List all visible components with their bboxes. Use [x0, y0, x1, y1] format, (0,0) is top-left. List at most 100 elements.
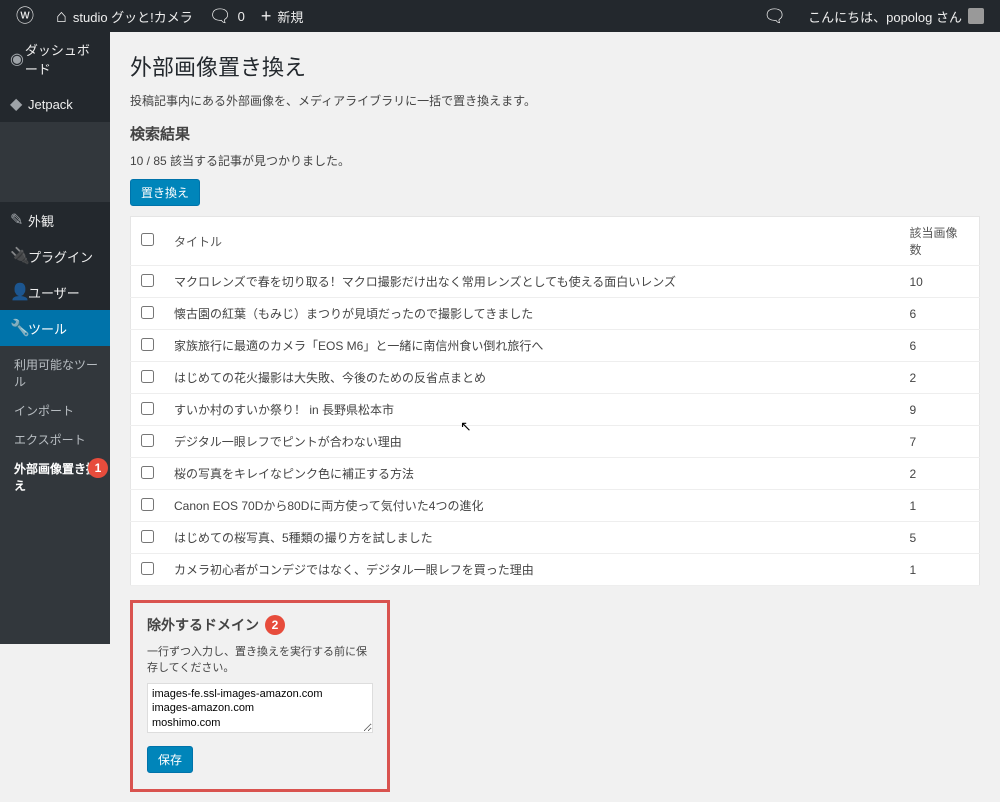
menu-users[interactable]: 👤ユーザー: [0, 274, 110, 310]
exclude-textarea[interactable]: [147, 683, 373, 733]
row-title[interactable]: 家族旅行に最適のカメラ「EOS M6」と一緒に南信州食い倒れ旅行へ: [164, 330, 900, 362]
menu-appearance[interactable]: ✎外観: [0, 202, 110, 238]
col-count[interactable]: 該当画像数: [900, 217, 980, 266]
comment-icon: 🗨: [209, 7, 232, 25]
row-count: 2: [900, 458, 980, 490]
table-row: デジタル一眼レフでピントが合わない理由7: [131, 426, 980, 458]
menu-tools[interactable]: 🔧ツール: [0, 310, 110, 346]
menu-plugins[interactable]: 🔌プラグイン: [0, 238, 110, 274]
row-title[interactable]: Canon EOS 70Dから80Dに両方使って気付いた4つの進化: [164, 490, 900, 522]
page-title: 外部画像置き換え: [130, 42, 980, 86]
menu-label: ダッシュボード: [25, 40, 100, 78]
home-icon: ⌂: [56, 7, 67, 25]
exclude-heading: 除外するドメイン 2: [147, 615, 373, 635]
table-row: 懐古園の紅葉（もみじ）まつりが見頃だったので撮影してきました6: [131, 298, 980, 330]
speech-icon: 🗨: [763, 7, 786, 25]
menu-label: プラグイン: [28, 247, 93, 266]
exclude-hint: 一行ずつ入力し、置き換えを実行する前に保存してください。: [147, 643, 373, 675]
tools-submenu: 利用可能なツール インポート エクスポート 外部画像置き換え 1: [0, 346, 110, 504]
row-title[interactable]: デジタル一眼レフでピントが合わない理由: [164, 426, 900, 458]
results-count: 10 / 85 該当する記事が見つかりました。: [130, 152, 980, 169]
results-heading: 検索結果: [130, 123, 980, 144]
notifications[interactable]: 🗨: [755, 0, 800, 32]
table-row: 家族旅行に最適のカメラ「EOS M6」と一緒に南信州食い倒れ旅行へ6: [131, 330, 980, 362]
table-row: すいか村のすいか祭り！ in 長野県松本市9: [131, 394, 980, 426]
row-count: 9: [900, 394, 980, 426]
site-link[interactable]: ⌂ studio グッと!カメラ: [48, 0, 201, 32]
submenu-import[interactable]: インポート: [0, 396, 110, 425]
row-checkbox[interactable]: [141, 562, 154, 575]
col-title[interactable]: タイトル: [164, 217, 900, 266]
blank-section: [0, 504, 110, 644]
row-count: 2: [900, 362, 980, 394]
row-checkbox[interactable]: [141, 434, 154, 447]
menu-label: 外観: [28, 211, 54, 230]
user-icon: 👤: [10, 282, 28, 302]
row-title[interactable]: 桜の写真をキレイなピンク色に補正する方法: [164, 458, 900, 490]
menu-jetpack[interactable]: ◆Jetpack: [0, 86, 110, 122]
row-checkbox[interactable]: [141, 306, 154, 319]
row-checkbox[interactable]: [141, 402, 154, 415]
main-content: 外部画像置き換え 投稿記事内にある外部画像を、メディアライブラリに一括で置き換え…: [110, 32, 1000, 802]
row-count: 10: [900, 266, 980, 298]
page-description: 投稿記事内にある外部画像を、メディアライブラリに一括で置き換えます。: [130, 92, 980, 109]
exclude-domain-box: 除外するドメイン 2 一行ずつ入力し、置き換えを実行する前に保存してください。 …: [130, 600, 390, 792]
row-title[interactable]: カメラ初心者がコンデジではなく、デジタル一眼レフを買った理由: [164, 554, 900, 586]
new-label: 新規: [277, 7, 303, 26]
row-title[interactable]: はじめての桜写真、5種類の撮り方を試しました: [164, 522, 900, 554]
submenu-export[interactable]: エクスポート: [0, 425, 110, 454]
menu-dashboard[interactable]: ◉ダッシュボード: [0, 32, 110, 86]
submenu-available-tools[interactable]: 利用可能なツール: [0, 350, 110, 396]
row-title[interactable]: 懐古園の紅葉（もみじ）まつりが見頃だったので撮影してきました: [164, 298, 900, 330]
row-checkbox[interactable]: [141, 370, 154, 383]
row-count: 6: [900, 330, 980, 362]
row-count: 6: [900, 298, 980, 330]
menu-label: ユーザー: [28, 283, 80, 302]
dashboard-icon: ◉: [10, 49, 25, 69]
row-checkbox[interactable]: [141, 338, 154, 351]
row-count: 1: [900, 490, 980, 522]
table-row: 桜の写真をキレイなピンク色に補正する方法2: [131, 458, 980, 490]
menu-label: ツール: [28, 319, 67, 338]
account-menu[interactable]: こんにちは、popolog さん: [800, 0, 992, 32]
site-name: studio グッと!カメラ: [73, 7, 193, 26]
row-title[interactable]: はじめての花火撮影は大失敗、今後のための反省点まとめ: [164, 362, 900, 394]
wordpress-icon: ⓦ: [16, 7, 34, 25]
save-button[interactable]: 保存: [147, 746, 193, 773]
table-row: マクロレンズで春を切り取る！マクロ撮影だけ出なく常用レンズとしても使える面白いレ…: [131, 266, 980, 298]
greeting-text: こんにちは、popolog さん: [808, 7, 962, 26]
row-checkbox[interactable]: [141, 274, 154, 287]
comments-count: 0: [238, 9, 245, 24]
table-row: Canon EOS 70Dから80Dに両方使って気付いた4つの進化1: [131, 490, 980, 522]
jetpack-icon: ◆: [10, 94, 28, 114]
select-all-cell: [131, 217, 165, 266]
new-content[interactable]: + 新規: [253, 0, 312, 32]
wrench-icon: 🔧: [10, 318, 28, 338]
plugin-icon: 🔌: [10, 246, 28, 266]
admin-toolbar: ⓦ ⌂studio グッと!カメラ 🗨0 +新規 🗨 こんにちは、popolog…: [0, 0, 1000, 32]
brush-icon: ✎: [10, 210, 28, 230]
row-count: 5: [900, 522, 980, 554]
menu-label: Jetpack: [28, 97, 73, 112]
callout-1: 1: [88, 458, 108, 478]
select-all-checkbox[interactable]: [141, 233, 154, 246]
row-checkbox[interactable]: [141, 498, 154, 511]
admin-sidebar: ◉ダッシュボード ◆Jetpack ✎外観 🔌プラグイン 👤ユーザー 🔧ツール …: [0, 32, 110, 625]
exclude-heading-text: 除外するドメイン: [147, 615, 259, 635]
row-title[interactable]: すいか村のすいか祭り！ in 長野県松本市: [164, 394, 900, 426]
row-checkbox[interactable]: [141, 466, 154, 479]
row-title[interactable]: マクロレンズで春を切り取る！マクロ撮影だけ出なく常用レンズとしても使える面白いレ…: [164, 266, 900, 298]
table-row: はじめての花火撮影は大失敗、今後のための反省点まとめ2: [131, 362, 980, 394]
replace-button[interactable]: 置き換え: [130, 179, 200, 206]
avatar: [968, 8, 984, 24]
row-count: 1: [900, 554, 980, 586]
table-row: はじめての桜写真、5種類の撮り方を試しました5: [131, 522, 980, 554]
plus-icon: +: [261, 7, 272, 25]
row-count: 7: [900, 426, 980, 458]
callout-2: 2: [265, 615, 285, 635]
results-table: タイトル 該当画像数 マクロレンズで春を切り取る！マクロ撮影だけ出なく常用レンズ…: [130, 216, 980, 586]
wp-logo[interactable]: ⓦ: [8, 0, 48, 32]
row-checkbox[interactable]: [141, 530, 154, 543]
comments-link[interactable]: 🗨0: [201, 0, 253, 32]
blank-section: [0, 122, 110, 202]
